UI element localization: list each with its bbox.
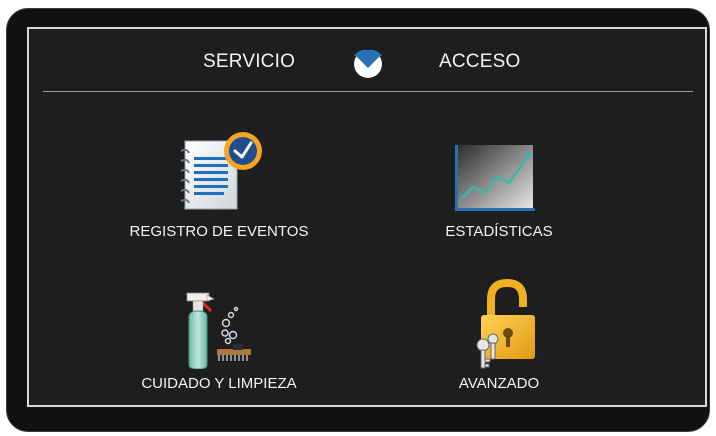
service-access-toggle[interactable] xyxy=(349,49,387,79)
menu-item-label: AVANZADO xyxy=(458,375,540,392)
event-log-icon xyxy=(180,132,262,210)
menu-item-label: CUIDADO Y LIMPIEZA xyxy=(141,375,297,392)
display-screen: SERVICIO ACCESO REGISTRO DE EVENTOS ESTA… xyxy=(27,27,707,407)
tab-acceso[interactable]: ACCESO xyxy=(439,51,520,73)
tab-servicio[interactable]: SERVICIO xyxy=(203,51,295,73)
menu-item-cuidado-limpieza[interactable]: CUIDADO Y LIMPIEZA xyxy=(119,259,319,399)
menu-item-label: ESTADÍSTICAS xyxy=(445,223,553,240)
menu-item-avanzado[interactable]: AVANZADO xyxy=(399,259,599,399)
cleaning-spray-icon xyxy=(186,292,251,369)
menu-item-label: REGISTRO DE EVENTOS xyxy=(129,223,309,240)
chevron-toggle-icon xyxy=(354,49,382,78)
menu-item-estadisticas[interactable]: ESTADÍSTICAS xyxy=(399,107,599,247)
padlock-keys-icon xyxy=(476,278,535,369)
header-divider xyxy=(43,91,693,92)
menu-item-registro-eventos[interactable]: REGISTRO DE EVENTOS xyxy=(119,107,319,247)
statistics-chart-icon xyxy=(455,145,535,211)
